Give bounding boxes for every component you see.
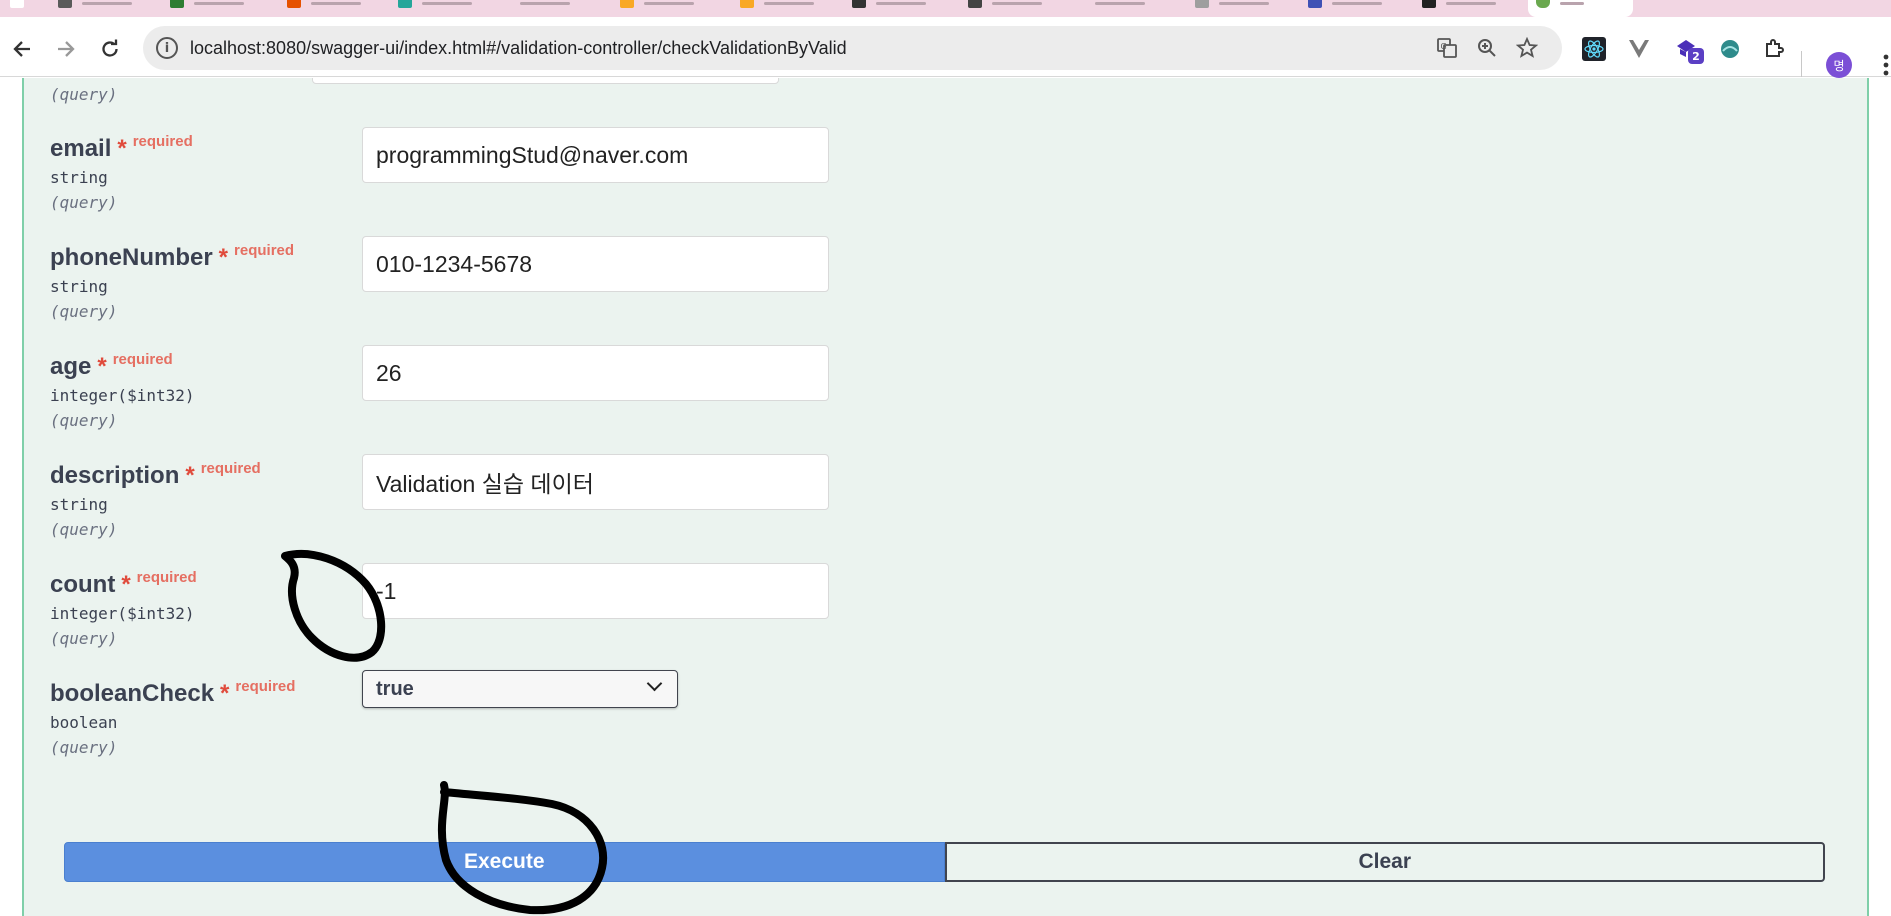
tab-strip: [0, 0, 1891, 17]
required-label: required: [234, 242, 295, 259]
param-name-text: phoneNumber: [50, 244, 213, 271]
required-star: *: [218, 244, 229, 271]
required-star: *: [220, 680, 230, 707]
browser-tab[interactable]: [398, 0, 518, 17]
param-type: integer($int32): [50, 604, 195, 623]
param-in: (query): [50, 629, 118, 648]
param-name-text: email: [50, 135, 112, 162]
forward-button[interactable]: [48, 31, 84, 67]
react-devtools-icon[interactable]: [1576, 31, 1612, 67]
param-name-text: age: [50, 353, 92, 380]
arrow-left-icon: [13, 41, 30, 57]
required-label: required: [200, 460, 261, 477]
extension-badge-icon[interactable]: 2: [1668, 31, 1704, 67]
extension-badge-count: 2: [1688, 48, 1704, 64]
param-name: age * required: [50, 351, 173, 381]
translate-icon[interactable]: G: [1434, 35, 1460, 61]
browser-tab[interactable]: [968, 0, 1088, 17]
required-label: required: [112, 351, 173, 368]
address-bar[interactable]: i localhost:8080/swagger-ui/index.html#/…: [143, 26, 1562, 70]
browser-tab[interactable]: [740, 0, 860, 17]
toolbar-divider: [1801, 51, 1802, 77]
reload-icon: [102, 39, 118, 57]
chevron-down-icon: [646, 675, 663, 692]
boolean-check-select[interactable]: true: [362, 670, 678, 708]
bookmark-star-icon[interactable]: [1514, 35, 1540, 61]
required-star: *: [97, 353, 107, 380]
browser-menu-icon[interactable]: [1876, 49, 1891, 81]
param-name-text: count: [50, 571, 116, 598]
back-button[interactable]: [4, 31, 40, 67]
browser-tab-active[interactable]: [1528, 0, 1633, 17]
phone-number-input[interactable]: [362, 236, 829, 292]
svg-text:G: G: [1441, 42, 1447, 51]
previous-param-input[interactable]: [312, 78, 779, 84]
param-in: (query): [50, 411, 118, 430]
browser-tab[interactable]: [170, 0, 290, 17]
url-text[interactable]: localhost:8080/swagger-ui/index.html#/va…: [190, 38, 847, 59]
arrow-right-icon: [58, 41, 75, 57]
lighthouse-extension-icon[interactable]: [1712, 31, 1748, 67]
param-name: booleanCheck * required: [50, 678, 296, 708]
browser-tab[interactable]: [852, 0, 972, 17]
age-input[interactable]: [362, 345, 829, 401]
param-type: string: [50, 277, 108, 296]
browser-tab[interactable]: [287, 0, 407, 17]
execute-button[interactable]: Execute: [64, 842, 945, 882]
required-star: *: [121, 571, 131, 598]
page-viewport: (query) email*required string (query) ph…: [0, 78, 1891, 916]
param-type: integer($int32): [50, 386, 195, 405]
param-type: boolean: [50, 713, 118, 732]
param-in: (query): [50, 193, 118, 212]
browser-tab[interactable]: [620, 0, 740, 17]
zoom-icon[interactable]: [1474, 35, 1500, 61]
clear-button[interactable]: Clear: [944, 842, 1825, 882]
description-input[interactable]: [362, 454, 829, 510]
boolean-check-selected-value: true: [376, 677, 414, 700]
param-name: description * required: [50, 460, 261, 490]
email-input[interactable]: [362, 127, 829, 183]
required-star: *: [117, 135, 127, 162]
browser-tab[interactable]: [1308, 0, 1418, 17]
param-name-text: description: [50, 462, 180, 489]
required-label: required: [136, 569, 197, 586]
param-in: (query): [50, 520, 118, 539]
operation-block: [22, 78, 1869, 916]
param-name: phoneNumber * required: [50, 242, 295, 272]
browser-tab[interactable]: [58, 0, 178, 17]
site-info-icon[interactable]: i: [156, 37, 178, 59]
required-star: *: [185, 462, 195, 489]
required-label: required: [132, 133, 193, 150]
extensions-puzzle-icon[interactable]: [1756, 31, 1792, 67]
browser-toolbar: i localhost:8080/swagger-ui/index.html#/…: [0, 17, 1891, 78]
reload-button[interactable]: [92, 31, 128, 67]
browser-tab[interactable]: [510, 0, 610, 17]
browser-tab[interactable]: [10, 0, 30, 17]
profile-avatar[interactable]: 명: [1826, 52, 1852, 78]
browser-tab[interactable]: [1422, 0, 1522, 17]
param-type: string: [50, 168, 108, 187]
param-name-text: booleanCheck: [50, 680, 215, 707]
required-label: required: [235, 678, 296, 695]
vue-devtools-icon[interactable]: [1621, 31, 1657, 67]
count-input[interactable]: [362, 563, 829, 619]
browser-tab[interactable]: [1085, 0, 1185, 17]
param-name: count * required: [50, 569, 197, 599]
browser-tab[interactable]: [1195, 0, 1305, 17]
param-in: (query): [50, 738, 118, 757]
execute-clear-group: Execute Clear: [64, 842, 1825, 882]
param-name: email * required: [50, 133, 193, 163]
previous-param-in: (query): [50, 85, 118, 104]
param-in: (query): [50, 302, 118, 321]
param-type: string: [50, 495, 108, 514]
